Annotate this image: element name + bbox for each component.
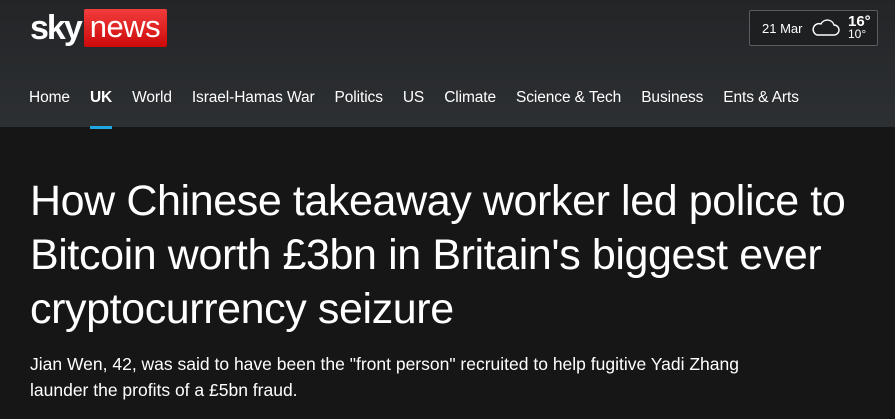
logo-sky-text: sky [30,9,83,47]
nav-item-ents-arts[interactable]: Ents & Arts [723,89,799,107]
article-standfirst: Jian Wen, 42, was said to have been the … [30,354,739,400]
nav-item-politics[interactable]: Politics [335,89,383,107]
nav-item-business[interactable]: Business [641,89,703,107]
site-header: sky news 21 Mar 16° 10° Home UK World Is… [0,0,895,129]
main-nav: Home UK World Israel-Hamas War Politics … [29,86,819,129]
nav-item-home[interactable]: Home [29,89,70,107]
weather-temps: 16° 10° [848,14,871,41]
temp-low: 10° [848,27,867,41]
nav-item-israel-hamas-war[interactable]: Israel-Hamas War [192,89,315,107]
cloud-icon [812,19,840,36]
nav-item-climate[interactable]: Climate [444,89,496,107]
nav-item-uk[interactable]: UK [89,89,113,129]
nav-item-us[interactable]: US [403,89,424,107]
logo-news-badge: news [83,9,168,47]
article-headline: How Chinese takeaway worker led police t… [30,177,846,333]
sky-news-logo[interactable]: sky news [30,9,168,47]
nav-item-world[interactable]: World [132,89,172,107]
nav-item-science-tech[interactable]: Science & Tech [516,89,621,107]
weather-widget[interactable]: 21 Mar 16° 10° [749,10,878,46]
weather-date: 21 Mar [762,20,803,36]
